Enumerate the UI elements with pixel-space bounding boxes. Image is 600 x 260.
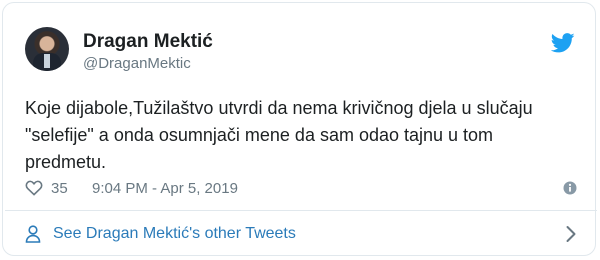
user-name[interactable]: Dragan Mektić: [83, 31, 213, 53]
tweet-text: Koje dijabole,Tužilaštvo utvrdi da nema …: [25, 98, 533, 172]
person-icon: [25, 225, 41, 243]
tweet-meta: 35 9:04 PM - Apr 5, 2019: [25, 178, 585, 200]
other-tweets-link[interactable]: See Dragan Mektić's other Tweets: [25, 221, 581, 247]
chevron-right-icon[interactable]: [565, 225, 577, 243]
twitter-bird-icon[interactable]: [551, 33, 575, 53]
other-tweets-label[interactable]: See Dragan Mektić's other Tweets: [53, 225, 296, 243]
tweet-card: Dragan Mektić @DraganMektic Koje dijabol…: [2, 2, 597, 256]
avatar[interactable]: [25, 27, 69, 71]
divider: [5, 210, 597, 211]
like-count[interactable]: 35: [51, 180, 68, 197]
user-handle[interactable]: @DraganMektic: [83, 55, 191, 72]
tweet-timestamp[interactable]: 9:04 PM - Apr 5, 2019: [92, 180, 238, 197]
info-icon[interactable]: [563, 181, 577, 195]
heart-icon[interactable]: [25, 180, 43, 196]
